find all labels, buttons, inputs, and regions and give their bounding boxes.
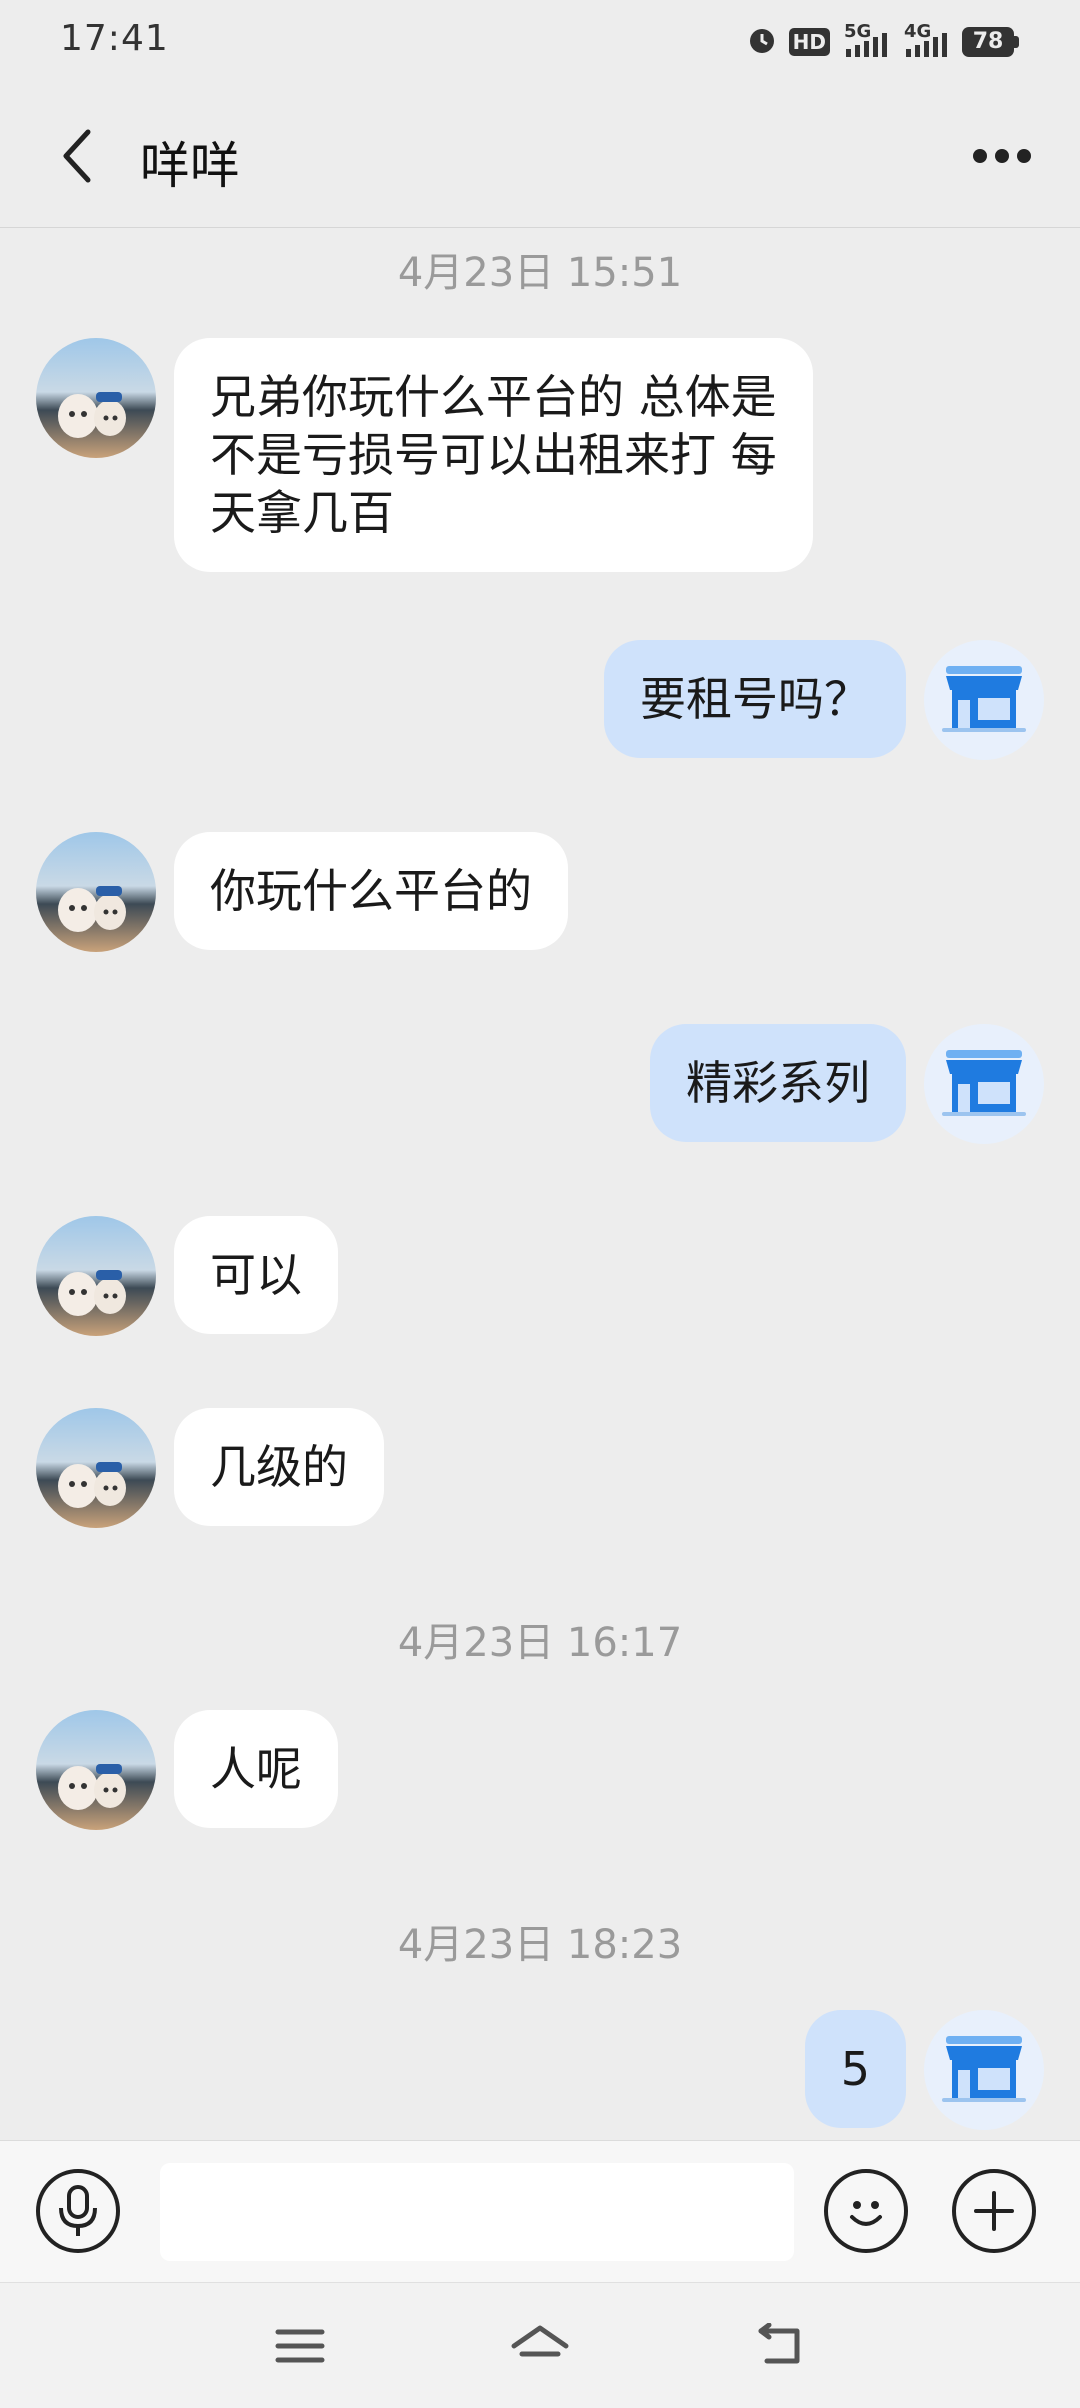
hd-icon: HD	[788, 28, 830, 56]
message-bubble-incoming[interactable]: 兄弟你玩什么平台的 总体是 不是亏损号可以出租来打 每 天拿几百	[174, 338, 813, 572]
status-bar: 17:41 HD 5G 4G 78	[0, 0, 1080, 84]
add-button[interactable]	[952, 2169, 1036, 2253]
more-dots-icon	[973, 149, 1031, 163]
menu-icon	[275, 2329, 325, 2363]
message-input[interactable]	[160, 2163, 794, 2261]
status-time: 17:41	[60, 18, 169, 59]
my-avatar[interactable]	[924, 640, 1044, 760]
message-bubble-incoming[interactable]: 几级的	[174, 1408, 384, 1526]
friend-avatar[interactable]	[36, 1216, 156, 1336]
store-icon	[942, 666, 1026, 732]
friend-avatar[interactable]	[36, 1408, 156, 1528]
input-bar	[0, 2140, 1080, 2282]
status-icons: HD 5G 4G 78	[747, 21, 1020, 62]
voice-button[interactable]	[36, 2169, 120, 2253]
message-bubble-incoming[interactable]: 可以	[174, 1216, 338, 1334]
friend-avatar[interactable]	[36, 832, 156, 952]
message-bubble-outgoing[interactable]: 5	[804, 2010, 906, 2128]
signal-5g-icon: 5G	[842, 21, 890, 59]
battery-level: 78	[972, 29, 1004, 54]
microphone-icon	[59, 2185, 97, 2236]
chevron-left-icon	[63, 129, 91, 183]
message-bubble-incoming[interactable]: 人呢	[174, 1710, 338, 1828]
my-avatar[interactable]	[924, 2010, 1044, 2130]
home-button[interactable]	[505, 2311, 575, 2381]
alarm-icon	[747, 25, 777, 59]
timestamp: 4月23日 15:51	[397, 250, 683, 296]
emoji-icon	[850, 2201, 882, 2226]
message-bubble-incoming[interactable]: 你玩什么平台的	[174, 832, 568, 950]
more-button[interactable]	[960, 120, 1044, 192]
message-bubble-outgoing[interactable]: 要租号吗？	[604, 640, 906, 758]
my-avatar[interactable]	[924, 1024, 1044, 1144]
home-icon	[511, 2325, 569, 2357]
back-nav-button[interactable]	[745, 2311, 815, 2381]
back-icon	[758, 2323, 800, 2364]
store-icon	[942, 2036, 1026, 2102]
message-bubble-outgoing[interactable]: 精彩系列	[650, 1024, 906, 1142]
signal-4g-icon: 4G	[902, 21, 950, 59]
timestamp: 4月23日 18:23	[397, 1922, 683, 1968]
chat-title: 咩咩	[140, 137, 240, 195]
store-icon	[942, 1050, 1026, 1116]
plus-icon	[974, 2191, 1014, 2231]
friend-avatar[interactable]	[36, 338, 156, 458]
chat-header: 咩咩	[0, 84, 1080, 228]
emoji-button[interactable]	[824, 2169, 908, 2253]
back-button[interactable]	[40, 120, 112, 192]
timestamp: 4月23日 16:17	[397, 1620, 683, 1666]
recents-button[interactable]	[265, 2311, 335, 2381]
system-nav-bar	[0, 2282, 1080, 2408]
battery-icon: 78	[962, 27, 1020, 57]
friend-avatar[interactable]	[36, 1710, 156, 1830]
